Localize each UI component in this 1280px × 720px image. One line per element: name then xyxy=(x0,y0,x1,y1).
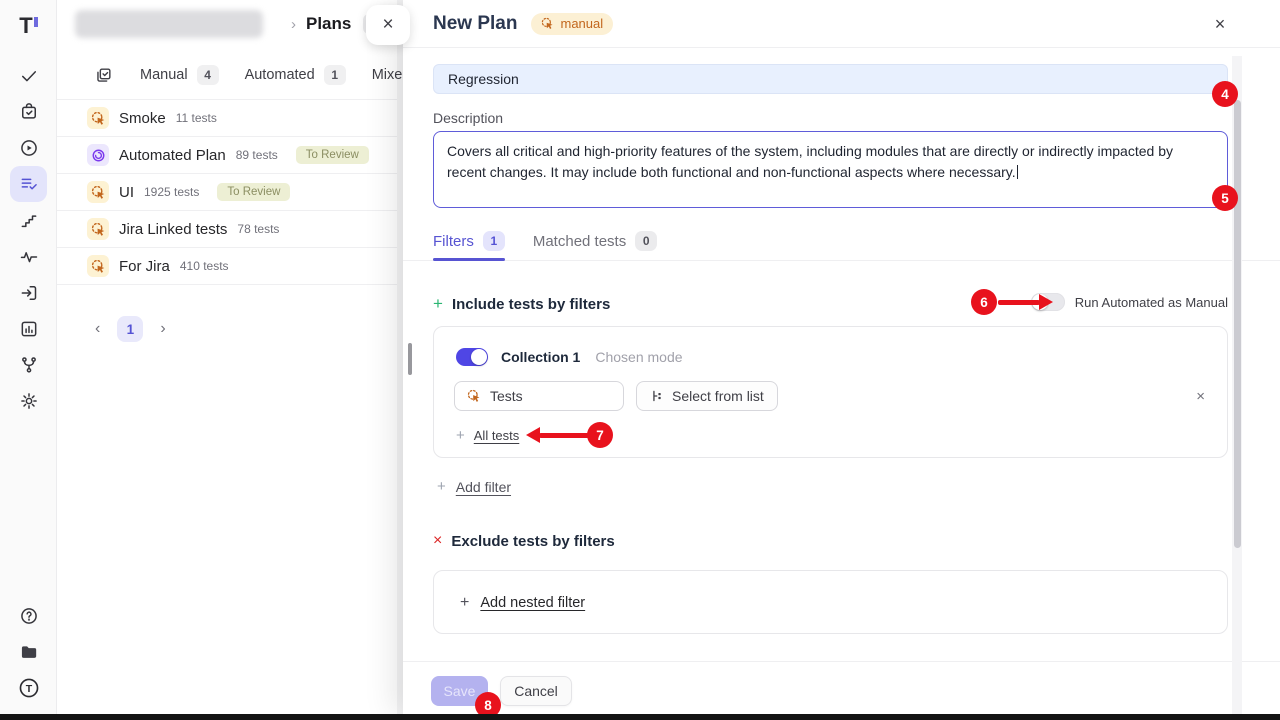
run-automated-label: Run Automated as Manual xyxy=(1075,295,1228,310)
tests-icon[interactable] xyxy=(10,58,47,94)
add-filter-row: + Add filter xyxy=(437,478,511,495)
all-tests-link[interactable]: All tests xyxy=(474,428,520,443)
branches-icon[interactable] xyxy=(10,347,47,383)
plan-row-jira-linked-tests[interactable]: Jira Linked tests 78 tests xyxy=(57,211,397,248)
select-all-icon[interactable] xyxy=(94,66,113,85)
to-review-badge: To Review xyxy=(217,183,290,201)
remove-filter-icon[interactable]: × xyxy=(1194,388,1207,405)
run-automated-toggle-row: Run Automated as Manual xyxy=(1031,293,1228,311)
text-caret xyxy=(1017,165,1019,179)
add-nested-filter-row: + Add nested filter xyxy=(460,571,585,635)
plus-icon: + xyxy=(433,294,443,314)
include-section-heading: + Include tests by filters xyxy=(433,294,610,314)
runs-icon[interactable] xyxy=(10,130,47,166)
drawer-scrollbar-thumb[interactable] xyxy=(1234,100,1241,548)
manual-plan-icon xyxy=(87,255,109,277)
import-icon[interactable] xyxy=(10,275,47,311)
analytics-icon[interactable] xyxy=(10,311,47,347)
breadcrumb: › Plans 5 xyxy=(57,0,397,48)
description-label: Description xyxy=(433,110,503,126)
help-icon[interactable] xyxy=(10,598,47,634)
plans-panel: › Plans 5 Manual4 Automated1 Mixed Smoke… xyxy=(57,0,397,714)
plan-list: Smoke 11 tests Automated Plan 89 tests T… xyxy=(57,99,397,285)
collection-filter-row: Tests Select from list × xyxy=(454,381,1207,411)
manual-plan-icon xyxy=(87,218,109,240)
description-textarea[interactable]: Covers all critical and high-priority fe… xyxy=(433,131,1228,208)
tab-matched-tests[interactable]: Matched tests0 xyxy=(533,231,657,263)
select-from-list-button[interactable]: Select from list xyxy=(636,381,778,411)
annotation-arrow-6 xyxy=(998,300,1040,305)
annotation-circle-5: 5 xyxy=(1212,185,1238,211)
to-review-badge: To Review xyxy=(296,146,369,164)
plan-type-tabs: Manual4 Automated1 Mixed xyxy=(57,56,397,94)
plus-icon: + xyxy=(456,427,465,444)
settings-gear-icon[interactable] xyxy=(10,383,47,419)
next-page-icon[interactable]: › xyxy=(160,321,165,337)
plan-row-for-jira[interactable]: For Jira 410 tests xyxy=(57,248,397,285)
manual-plan-icon xyxy=(87,181,109,203)
manual-icon xyxy=(541,17,554,30)
tab-automated[interactable]: Automated1 xyxy=(245,65,346,85)
breadcrumb-page-title[interactable]: Plans xyxy=(306,14,351,34)
milestones-icon[interactable] xyxy=(10,203,47,239)
plan-row-ui[interactable]: UI 1925 tests To Review xyxy=(57,174,397,211)
collection-name: Collection 1 xyxy=(501,349,580,365)
plan-title-input[interactable] xyxy=(433,64,1228,94)
close-icon: × xyxy=(382,14,393,36)
annotation-arrowhead-6 xyxy=(1039,294,1053,310)
annotation-circle-7: 7 xyxy=(587,422,613,448)
plans-icon[interactable] xyxy=(10,166,47,202)
app-logo[interactable]: T xyxy=(0,8,57,44)
projects-folder-icon[interactable] xyxy=(10,634,47,670)
plan-row-smoke[interactable]: Smoke 11 tests xyxy=(57,100,397,137)
activity-icon[interactable] xyxy=(10,239,47,275)
cancel-button[interactable]: Cancel xyxy=(500,676,572,706)
x-icon: × xyxy=(433,532,442,550)
footer-divider xyxy=(403,661,1280,662)
new-plan-drawer: New Plan manual × Description Covers all… xyxy=(403,0,1280,714)
add-nested-filter-link[interactable]: Add nested filter xyxy=(480,595,585,611)
breadcrumb-chevron-icon: › xyxy=(291,16,296,33)
plan-row-automated-plan[interactable]: Automated Plan 89 tests To Review xyxy=(57,137,397,174)
exclude-section-heading: × Exclude tests by filters xyxy=(433,532,615,550)
project-name-blurred[interactable] xyxy=(75,10,263,38)
prev-page-icon[interactable]: ‹ xyxy=(95,321,100,337)
plus-icon: + xyxy=(437,478,446,495)
account-logo-icon[interactable]: T xyxy=(10,670,47,706)
screen-bottom-edge xyxy=(0,714,1280,720)
all-tests-row: + All tests xyxy=(456,427,519,444)
add-filter-link[interactable]: Add filter xyxy=(456,479,511,495)
manual-icon xyxy=(467,389,481,403)
manual-type-badge: manual xyxy=(531,13,613,35)
suites-icon[interactable] xyxy=(10,94,47,130)
manual-plan-icon xyxy=(87,107,109,129)
icon-rail: T T xyxy=(0,0,57,714)
tabs-divider xyxy=(403,260,1280,261)
annotation-circle-6: 6 xyxy=(971,289,997,315)
pagination: ‹ 1 › xyxy=(57,316,166,342)
page-number[interactable]: 1 xyxy=(117,316,143,342)
collection-toggle[interactable] xyxy=(456,348,488,366)
drawer-title: New Plan xyxy=(433,13,517,35)
collection-mode: Chosen mode xyxy=(595,349,682,365)
annotation-arrowhead-7 xyxy=(526,427,540,443)
plus-icon: + xyxy=(460,594,469,612)
active-tab-underline xyxy=(433,258,505,261)
automated-plan-icon xyxy=(87,144,109,166)
tab-manual[interactable]: Manual4 xyxy=(140,65,219,85)
annotation-circle-4: 4 xyxy=(1212,81,1238,107)
exclude-filter-card: + Add nested filter xyxy=(433,570,1228,634)
tree-list-icon xyxy=(650,389,664,403)
drawer-header: New Plan manual × xyxy=(403,0,1280,48)
drawer-close-button[interactable]: × xyxy=(1208,12,1232,36)
filter-type-select[interactable]: Tests xyxy=(454,381,624,411)
collection-filter-card: Collection 1 Chosen mode Tests Select fr… xyxy=(433,326,1228,458)
drawer-close-tab-button[interactable]: × xyxy=(366,5,410,45)
svg-text:T: T xyxy=(25,683,32,695)
drawer-resize-handle[interactable] xyxy=(408,343,412,375)
annotation-arrow-7 xyxy=(539,433,589,438)
collection-header-row: Collection 1 Chosen mode xyxy=(456,348,683,366)
